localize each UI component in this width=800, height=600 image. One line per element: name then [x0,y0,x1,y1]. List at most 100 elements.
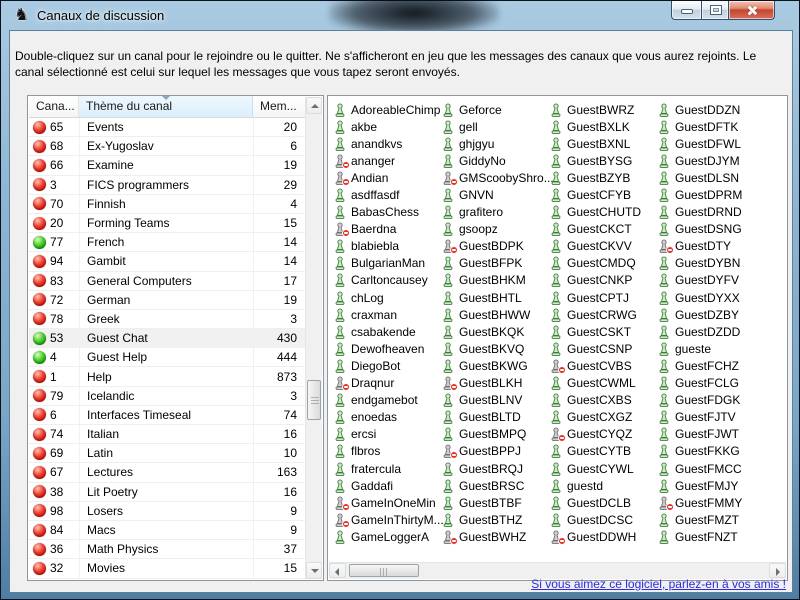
header-channel-column[interactable]: Cana... [29,96,79,117]
scroll-right-button[interactable] [769,563,786,578]
user-item[interactable]: GuestDLSN [658,169,765,186]
user-item[interactable]: grafitero [442,204,549,221]
channel-row[interactable]: 72German19 [29,291,305,310]
channel-row[interactable]: 38Lit Poetry16 [29,483,305,502]
maximize-button[interactable] [701,1,729,20]
user-item[interactable]: GuestFMCC [658,460,765,477]
channel-row[interactable]: 67Lectures163 [29,463,305,482]
user-item[interactable]: GuestBKVQ [442,340,549,357]
user-item[interactable]: Andian [334,169,441,186]
user-item[interactable]: Gaddafi [334,477,441,494]
user-item[interactable]: GuestBLKH [442,375,549,392]
user-item[interactable]: BulgarianMan [334,255,441,272]
user-item[interactable]: GuestBWHZ [442,528,549,545]
user-item[interactable]: Dewofheaven [334,340,441,357]
user-item[interactable]: GuestDCLB [550,494,657,511]
user-item[interactable]: GuestBTHZ [442,511,549,528]
user-item[interactable]: GuestFNZT [658,528,765,545]
channel-vertical-scrollbar[interactable] [305,97,322,579]
user-item[interactable]: GuestCRWG [550,306,657,323]
user-item[interactable]: GuestDJYM [658,152,765,169]
user-item[interactable]: GuestCXBS [550,392,657,409]
user-item[interactable]: Carltoncausey [334,272,441,289]
user-item[interactable]: GuestDDWH [550,528,657,545]
user-item[interactable]: flbros [334,443,441,460]
channel-row[interactable]: 69Latin10 [29,444,305,463]
channel-row[interactable]: 68Ex-Yugoslav6 [29,137,305,156]
user-item[interactable]: GuestBWRZ [550,101,657,118]
user-item[interactable]: GuestCVBS [550,357,657,374]
user-item[interactable]: GuestCSNP [550,340,657,357]
user-item[interactable]: GuestDFTK [658,118,765,135]
user-item[interactable]: GuestBPPJ [442,443,549,460]
user-item[interactable]: anandkvs [334,135,441,152]
user-item[interactable]: GuestFKKG [658,443,765,460]
user-item[interactable]: GuestCPTJ [550,289,657,306]
header-members-column[interactable]: Mem... [253,96,305,117]
channel-row[interactable]: 84Macs9 [29,521,305,540]
user-item[interactable]: GuestBLTD [442,409,549,426]
user-item[interactable]: GuestDCSC [550,511,657,528]
user-item[interactable]: GuestBXLK [550,118,657,135]
user-item[interactable]: GuestDYBN [658,255,765,272]
user-item[interactable]: GuestCYTB [550,443,657,460]
user-item[interactable]: fratercula [334,460,441,477]
channel-row[interactable]: 3FICS programmers29 [29,176,305,195]
user-item[interactable]: GuestDPRM [658,186,765,203]
user-item[interactable]: GameInOneMin [334,494,441,511]
user-item[interactable]: GameInThirtyM... [334,511,441,528]
user-item[interactable]: GuestBZYB [550,169,657,186]
user-item[interactable]: gueste [658,340,765,357]
channel-row[interactable]: 83General Computers17 [29,272,305,291]
user-item[interactable]: GuestCFYB [550,186,657,203]
close-button[interactable] [729,1,775,20]
user-item[interactable]: GuestCYWL [550,460,657,477]
channel-row[interactable]: 32Movies15 [29,559,305,578]
user-item[interactable]: GuestDDZN [658,101,765,118]
user-item[interactable]: GuestCWML [550,375,657,392]
user-item[interactable]: GuestFCLG [658,375,765,392]
user-item[interactable]: craxman [334,306,441,323]
user-item[interactable]: GuestBHKM [442,272,549,289]
user-item[interactable]: GNVN [442,186,549,203]
user-item[interactable]: GuestFMJY [658,477,765,494]
user-item[interactable]: GuestCSKT [550,323,657,340]
user-item[interactable]: GMScoobyShro... [442,169,549,186]
user-item[interactable]: GuestBTBF [442,494,549,511]
user-item[interactable]: GuestBRQJ [442,460,549,477]
user-item[interactable]: GuestDZBY [658,306,765,323]
user-item[interactable]: GuestCYQZ [550,426,657,443]
channel-row[interactable]: 94Gambit14 [29,252,305,271]
title-bar[interactable]: ♞ Canaux de discussion [1,1,799,30]
tell-friends-link[interactable]: Si vous aimez ce logiciel, parlez-en à v… [531,577,786,591]
channel-row[interactable]: 79Icelandic3 [29,387,305,406]
user-item[interactable]: GuestCXGZ [550,409,657,426]
user-item[interactable]: Geforce [442,101,549,118]
user-item[interactable]: GuestBDPK [442,238,549,255]
user-item[interactable]: GuestBHWW [442,306,549,323]
user-item[interactable]: GuestBFPK [442,255,549,272]
user-item[interactable]: GuestCHUTD [550,204,657,221]
user-item[interactable]: GuestFCHZ [658,357,765,374]
user-item[interactable]: GuestBHTL [442,289,549,306]
user-item[interactable]: GuestFMMY [658,494,765,511]
user-item[interactable]: GuestBKQK [442,323,549,340]
horizontal-scroll-thumb[interactable] [349,564,419,577]
user-item[interactable]: GiddyNo [442,152,549,169]
user-item[interactable]: GuestDYXX [658,289,765,306]
user-item[interactable]: GuestBMPQ [442,426,549,443]
vertical-scroll-thumb[interactable] [307,380,321,420]
user-item[interactable]: gsoopz [442,221,549,238]
user-item[interactable]: DiegoBot [334,357,441,374]
channel-row[interactable]: 53Guest Chat430 [29,329,305,348]
scroll-up-button[interactable] [306,97,322,114]
user-item[interactable]: GuestBRSC [442,477,549,494]
channel-row[interactable]: 70Finnish4 [29,195,305,214]
user-item[interactable]: GuestDTY [658,238,765,255]
user-item[interactable]: GuestCKCT [550,221,657,238]
user-item[interactable]: akbe [334,118,441,135]
user-item[interactable]: Baerdna [334,221,441,238]
channel-row[interactable]: 74Italian16 [29,425,305,444]
user-item[interactable]: GuestDFWL [658,135,765,152]
scroll-left-button[interactable] [329,563,346,578]
